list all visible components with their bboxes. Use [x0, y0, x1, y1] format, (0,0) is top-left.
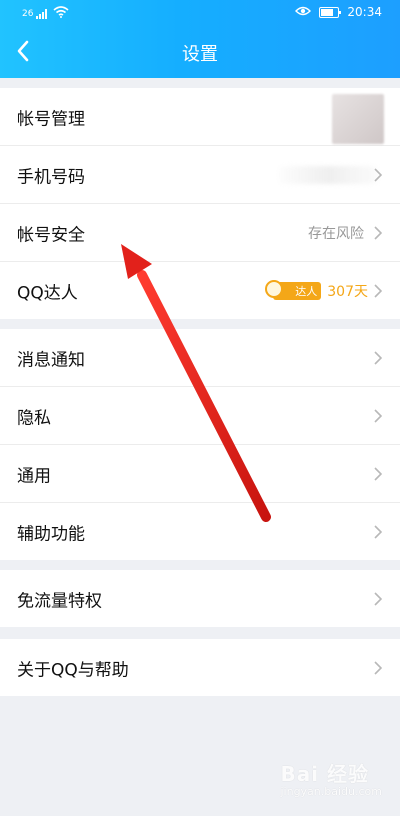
- chevron-right-icon: [374, 350, 382, 365]
- row-label: 帐号安全: [17, 225, 85, 245]
- row-label: 隐私: [17, 408, 51, 428]
- chevron-right-icon: [374, 283, 382, 298]
- baidu-watermark: Bai 经验 jingyan.baidu.com: [280, 762, 382, 798]
- daren-days: 307天: [327, 283, 368, 300]
- page-title: 设置: [182, 44, 218, 65]
- eye-icon: [295, 5, 312, 19]
- chevron-right-icon: [374, 591, 382, 606]
- top-header: 26 20:34 设置: [0, 0, 400, 78]
- settings-row-account-management[interactable]: 帐号管理: [0, 88, 400, 146]
- row-label: 帐号管理: [17, 109, 85, 129]
- chevron-right-icon: [374, 167, 382, 182]
- signal-icon: [36, 8, 48, 19]
- settings-row-accessibility[interactable]: 辅助功能: [0, 503, 400, 560]
- row-label: 关于QQ与帮助: [17, 660, 129, 680]
- chevron-right-icon: [374, 660, 382, 675]
- wing-icon: [265, 279, 284, 298]
- settings-row-qq-daren[interactable]: QQ达人 达人 307天: [0, 262, 400, 319]
- network-tag: 26: [22, 8, 34, 19]
- settings-row-notifications[interactable]: 消息通知: [0, 329, 400, 387]
- row-label: 辅助功能: [17, 524, 85, 544]
- row-label: QQ达人: [17, 283, 78, 303]
- nav-bar: 设置: [0, 26, 400, 78]
- chevron-right-icon: [374, 408, 382, 423]
- settings-row-about-help[interactable]: 关于QQ与帮助: [0, 639, 400, 696]
- wifi-icon: [53, 6, 69, 21]
- general-group: 消息通知 隐私 通用 辅助功能: [0, 329, 400, 560]
- chevron-right-icon: [374, 466, 382, 481]
- row-label: 免流量特权: [17, 591, 102, 611]
- status-bar: 26 20:34: [0, 0, 400, 26]
- avatar: [332, 94, 384, 144]
- settings-row-general[interactable]: 通用: [0, 445, 400, 503]
- settings-row-free-data[interactable]: 免流量特权: [0, 570, 400, 627]
- chevron-right-icon: [374, 524, 382, 539]
- settings-row-account-security[interactable]: 帐号安全 存在风险: [0, 204, 400, 262]
- row-label: 消息通知: [17, 350, 85, 370]
- status-time: 20:34: [347, 5, 382, 19]
- battery-icon: [319, 6, 342, 18]
- blurred-phone-value: [278, 166, 378, 184]
- settings-row-privacy[interactable]: 隐私: [0, 387, 400, 445]
- row-label: 手机号码: [17, 167, 85, 187]
- account-group: 帐号管理 手机号码 帐号安全 存在风险 QQ达人 达人 307天: [0, 88, 400, 319]
- traffic-group: 免流量特权: [0, 570, 400, 627]
- row-label: 通用: [17, 466, 51, 486]
- chevron-right-icon: [374, 225, 382, 240]
- security-status: 存在风险: [308, 225, 364, 242]
- daren-badge: 达人: [265, 279, 322, 300]
- about-group: 关于QQ与帮助: [0, 639, 400, 696]
- settings-row-phone-number[interactable]: 手机号码: [0, 146, 400, 204]
